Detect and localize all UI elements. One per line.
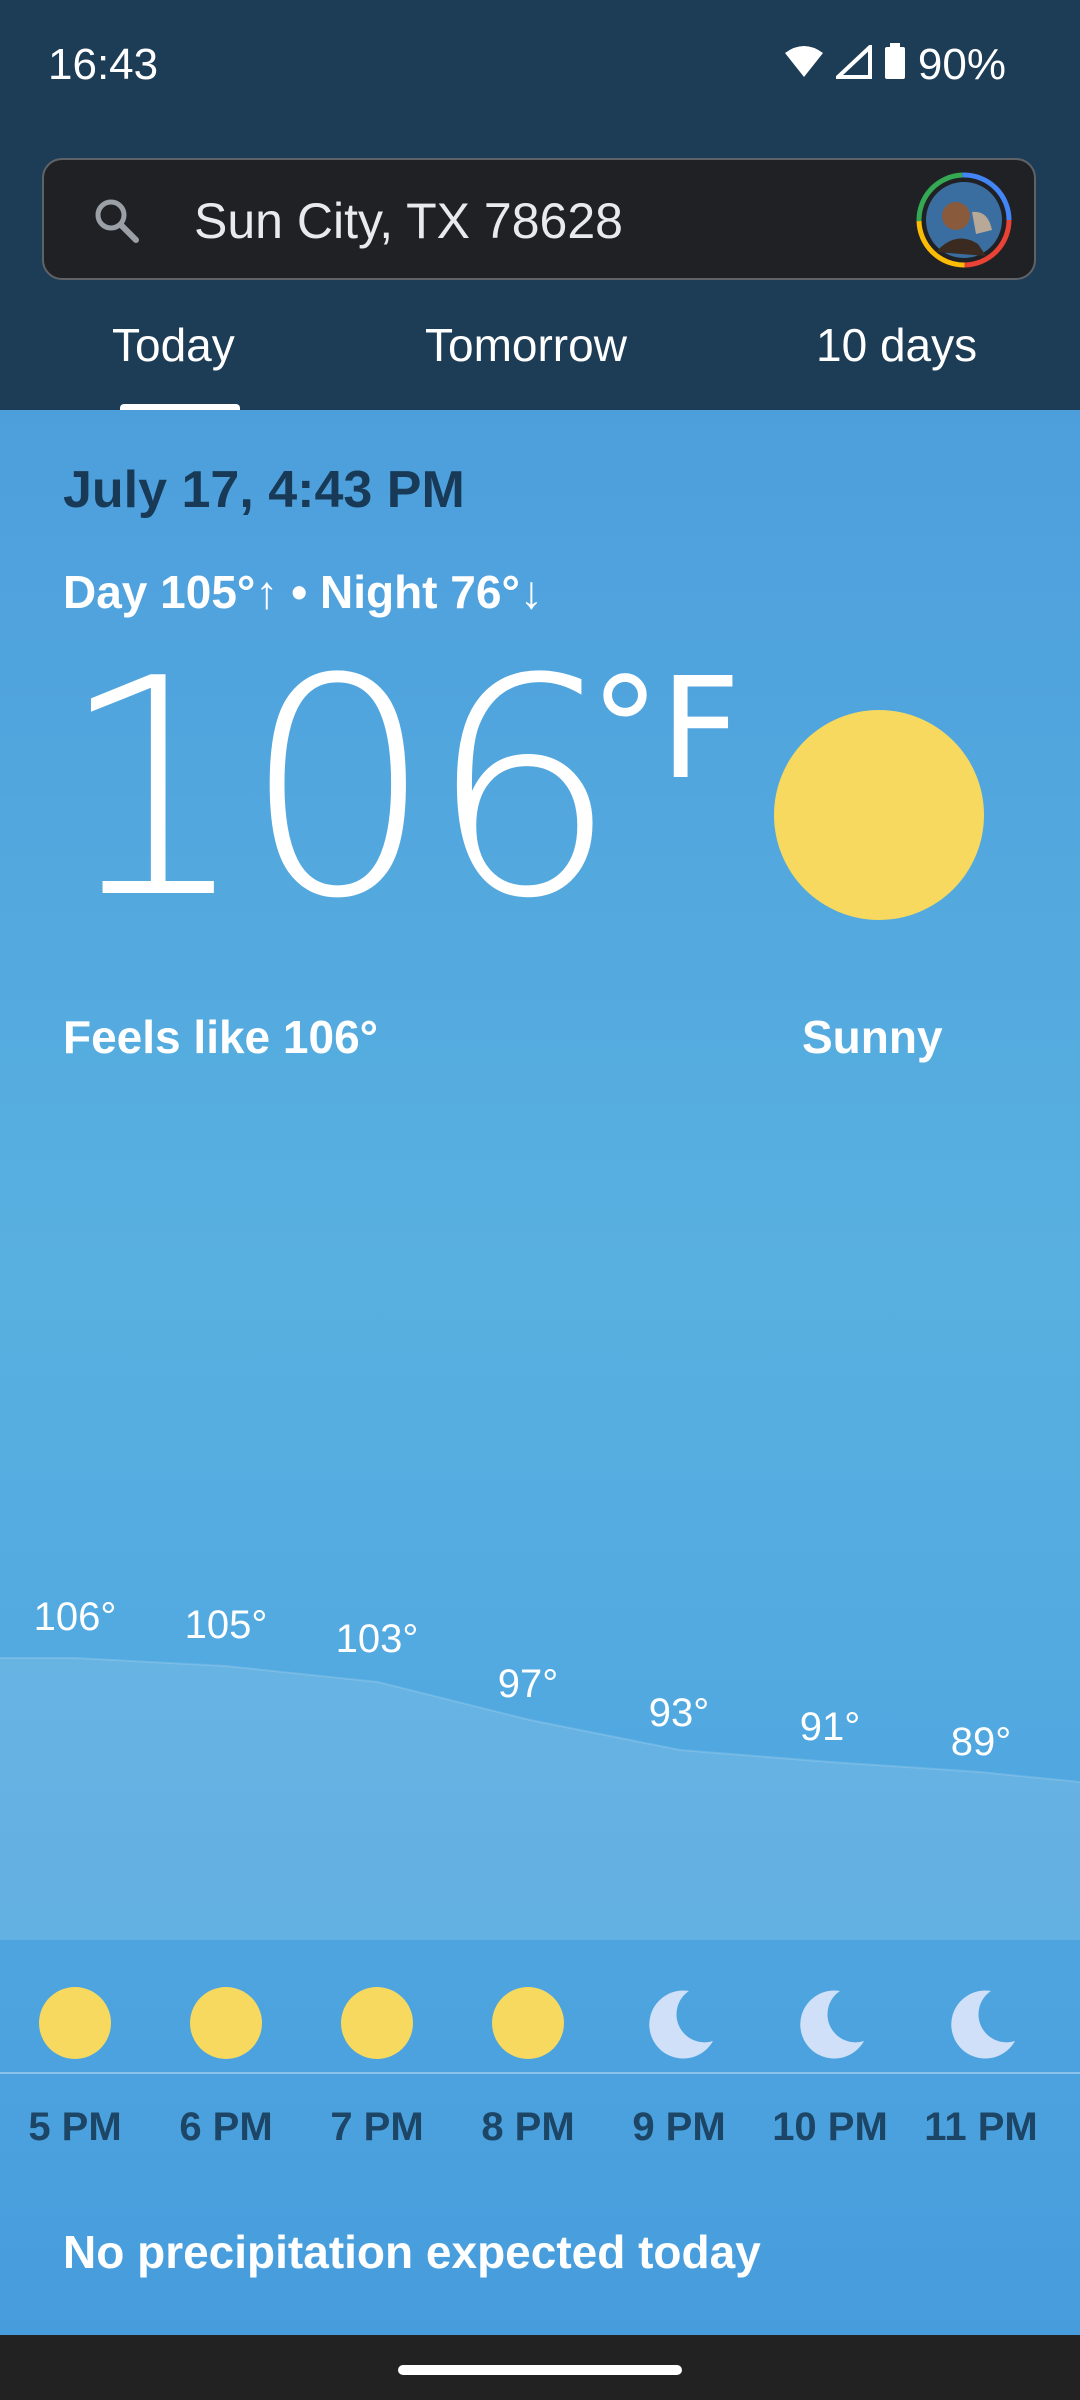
moon-icon xyxy=(794,1987,866,2059)
sun-icon xyxy=(341,1987,413,2059)
app-header: 16:43 90% Sun City, TX 78628 Today Tomor… xyxy=(0,0,1080,412)
wifi-icon xyxy=(784,40,824,90)
search-bar[interactable]: Sun City, TX 78628 xyxy=(42,158,1036,280)
hour-temp-7pm: 103° xyxy=(335,1617,419,1661)
hour-temp-10pm: 91° xyxy=(799,1705,861,1749)
hour-label-7pm[interactable]: 7 PM xyxy=(302,2105,452,2150)
temperature-unit[interactable]: °F xyxy=(590,660,741,800)
battery-level: 90% xyxy=(917,40,1006,89)
tab-today[interactable]: Today xyxy=(112,318,235,372)
home-gesture-handle[interactable] xyxy=(398,2365,682,2375)
hour-temp-6pm: 105° xyxy=(184,1603,268,1647)
hour-label-11pm[interactable]: 11 PM xyxy=(906,2105,1056,2150)
battery-icon xyxy=(884,40,906,90)
search-icon[interactable] xyxy=(92,196,140,249)
day-tabs: Today Tomorrow 10 days xyxy=(0,300,1080,412)
hour-temp-9pm: 93° xyxy=(648,1691,710,1735)
sun-icon xyxy=(190,1987,262,2059)
signal-icon xyxy=(832,40,872,90)
hour-label-9pm[interactable]: 9 PM xyxy=(604,2105,754,2150)
location-text[interactable]: Sun City, TX 78628 xyxy=(194,192,623,250)
hours-divider xyxy=(0,2072,1080,2074)
hour-label-8pm[interactable]: 8 PM xyxy=(453,2105,603,2150)
moon-icon xyxy=(945,1987,1017,2059)
hour-label-10pm[interactable]: 10 PM xyxy=(755,2105,905,2150)
status-time: 16:43 xyxy=(48,40,159,89)
condition-text: Sunny xyxy=(802,1011,943,1063)
feels-like: Feels like 106° xyxy=(63,1011,379,1063)
date-time: July 17, 4:43 PM xyxy=(63,461,465,519)
hour-label-6pm[interactable]: 6 PM xyxy=(151,2105,301,2150)
status-icons: 90% xyxy=(784,40,1006,90)
sun-icon xyxy=(39,1987,111,2059)
precipitation-text: No precipitation expected today xyxy=(63,2226,761,2278)
hour-temp-5pm: 106° xyxy=(33,1595,117,1639)
tab-10-days[interactable]: 10 days xyxy=(816,318,977,372)
moon-icon xyxy=(643,1987,715,2059)
hour-label-5pm[interactable]: 5 PM xyxy=(0,2105,150,2150)
current-temperature: 106 xyxy=(58,615,619,964)
hour-temp-8pm: 97° xyxy=(497,1662,559,1706)
tab-tomorrow[interactable]: Tomorrow xyxy=(425,318,627,372)
sun-icon xyxy=(774,710,984,920)
avatar[interactable] xyxy=(916,172,1012,268)
day-night-temps: Day 105°↑ • Night 76°↓ xyxy=(63,566,543,618)
hour-temp-11pm: 89° xyxy=(950,1720,1012,1764)
sun-icon xyxy=(492,1987,564,2059)
